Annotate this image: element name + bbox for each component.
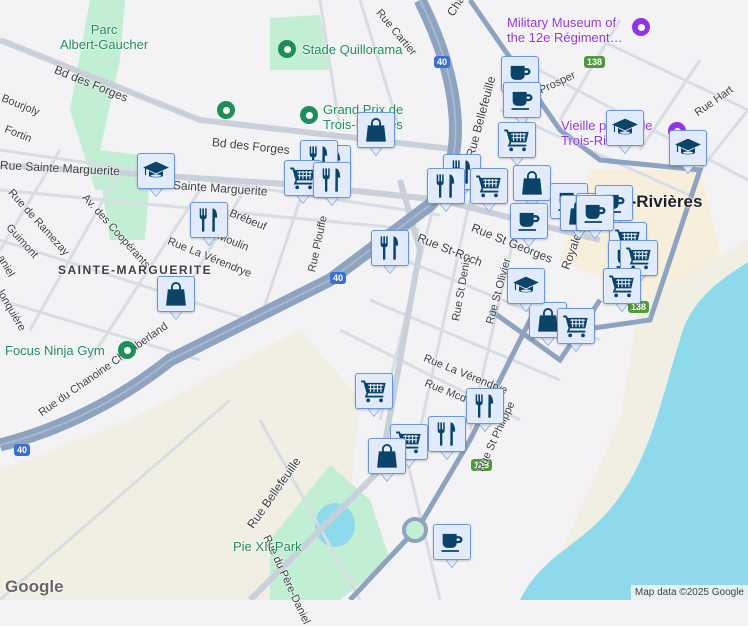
cart-icon	[360, 377, 388, 405]
cart-icon	[503, 126, 531, 154]
marker-box	[470, 168, 508, 204]
shop-icon	[373, 442, 401, 470]
marker-box	[606, 110, 644, 146]
highway-40-shield: 40	[14, 444, 31, 456]
highway-40-shield: 40	[330, 272, 347, 284]
marker-box	[427, 168, 465, 204]
cart-icon	[608, 272, 636, 300]
marker-box	[157, 276, 195, 312]
museum-icon[interactable]	[632, 18, 650, 36]
graduation-cap-icon	[611, 114, 639, 142]
marker-box	[603, 268, 641, 304]
marker-box	[507, 268, 545, 304]
marker-box	[190, 202, 228, 238]
cafe-icon	[515, 207, 543, 235]
cart-icon	[562, 312, 590, 340]
map-marker-cart[interactable]	[355, 373, 393, 417]
marker-box	[357, 112, 395, 148]
cafe-icon	[581, 199, 609, 227]
marker-box	[557, 308, 595, 344]
shop-icon	[162, 280, 190, 308]
restaurant-icon	[318, 166, 346, 194]
map-marker-restaurant[interactable]	[466, 388, 504, 432]
marker-box	[137, 153, 175, 189]
cafe-icon	[438, 528, 466, 556]
place-label-military-museum[interactable]: Military Museum of the 12e Régiment…	[507, 15, 623, 45]
marker-box	[428, 416, 466, 452]
google-logo[interactable]: Google	[5, 577, 64, 597]
place-label-pie-xii-park[interactable]: Pie XII Park	[233, 539, 302, 554]
map-marker-cart[interactable]	[498, 122, 536, 166]
highway-40-shield: 40	[434, 56, 451, 68]
graduation-cap-icon	[142, 157, 170, 185]
shop-icon	[518, 169, 546, 197]
place-pin-icon[interactable]	[300, 106, 318, 124]
place-label-parc-albert-gaucher[interactable]: Parc Albert-Gaucher	[60, 22, 148, 52]
map-marker-cart[interactable]	[470, 168, 508, 212]
map-marker-cart[interactable]	[603, 268, 641, 312]
marker-box	[510, 203, 548, 239]
restaurant-icon	[471, 392, 499, 420]
route-138-shield: 138	[584, 56, 606, 68]
marker-box	[576, 195, 614, 231]
shop-icon	[362, 116, 390, 144]
neighborhood-label: SAINTE-MARGUERITE	[58, 263, 213, 277]
marker-box	[466, 388, 504, 424]
marker-box	[371, 230, 409, 266]
stadium-icon[interactable]	[278, 40, 296, 58]
marker-box	[513, 165, 551, 201]
marker-box	[503, 82, 541, 118]
map-marker-shop[interactable]	[157, 276, 195, 320]
map-marker-graduation-cap[interactable]	[669, 130, 707, 174]
place-pin-icon[interactable]	[217, 101, 235, 119]
marker-box	[669, 130, 707, 166]
restaurant-icon	[433, 420, 461, 448]
map-marker-restaurant[interactable]	[190, 202, 228, 246]
map-marker-cafe[interactable]	[433, 524, 471, 568]
map-marker-shop[interactable]	[368, 438, 406, 482]
marker-box	[368, 438, 406, 474]
cart-icon	[475, 172, 503, 200]
place-label-stade-quillorama[interactable]: Stade Quillorama	[302, 42, 402, 57]
cafe-icon	[508, 86, 536, 114]
graduation-cap-icon	[512, 272, 540, 300]
gym-icon[interactable]	[118, 341, 136, 359]
map-marker-shop[interactable]	[357, 112, 395, 156]
map-marker-graduation-cap[interactable]	[606, 110, 644, 154]
map-marker-restaurant[interactable]	[427, 168, 465, 212]
map-marker-cafe[interactable]	[576, 195, 614, 239]
map-marker-restaurant[interactable]	[428, 416, 466, 460]
map-marker-cart[interactable]	[557, 308, 595, 352]
map-attribution[interactable]: Map data ©2025 Google	[630, 585, 748, 600]
marker-box	[355, 373, 393, 409]
restaurant-icon	[376, 234, 404, 262]
roundabout	[402, 517, 428, 543]
map-marker-graduation-cap[interactable]	[137, 153, 175, 197]
restaurant-icon	[432, 172, 460, 200]
marker-box	[498, 122, 536, 158]
restaurant-icon	[195, 206, 223, 234]
marker-box	[313, 162, 351, 198]
map-marker-restaurant[interactable]	[371, 230, 409, 274]
marker-box	[433, 524, 471, 560]
map-marker-cafe[interactable]	[510, 203, 548, 247]
map-marker-cafe[interactable]	[503, 82, 541, 126]
graduation-cap-icon	[674, 134, 702, 162]
place-label-focus-ninja-gym[interactable]: Focus Ninja Gym	[5, 343, 105, 358]
map-marker-restaurant[interactable]	[313, 162, 351, 206]
map-marker-graduation-cap[interactable]	[507, 268, 545, 312]
